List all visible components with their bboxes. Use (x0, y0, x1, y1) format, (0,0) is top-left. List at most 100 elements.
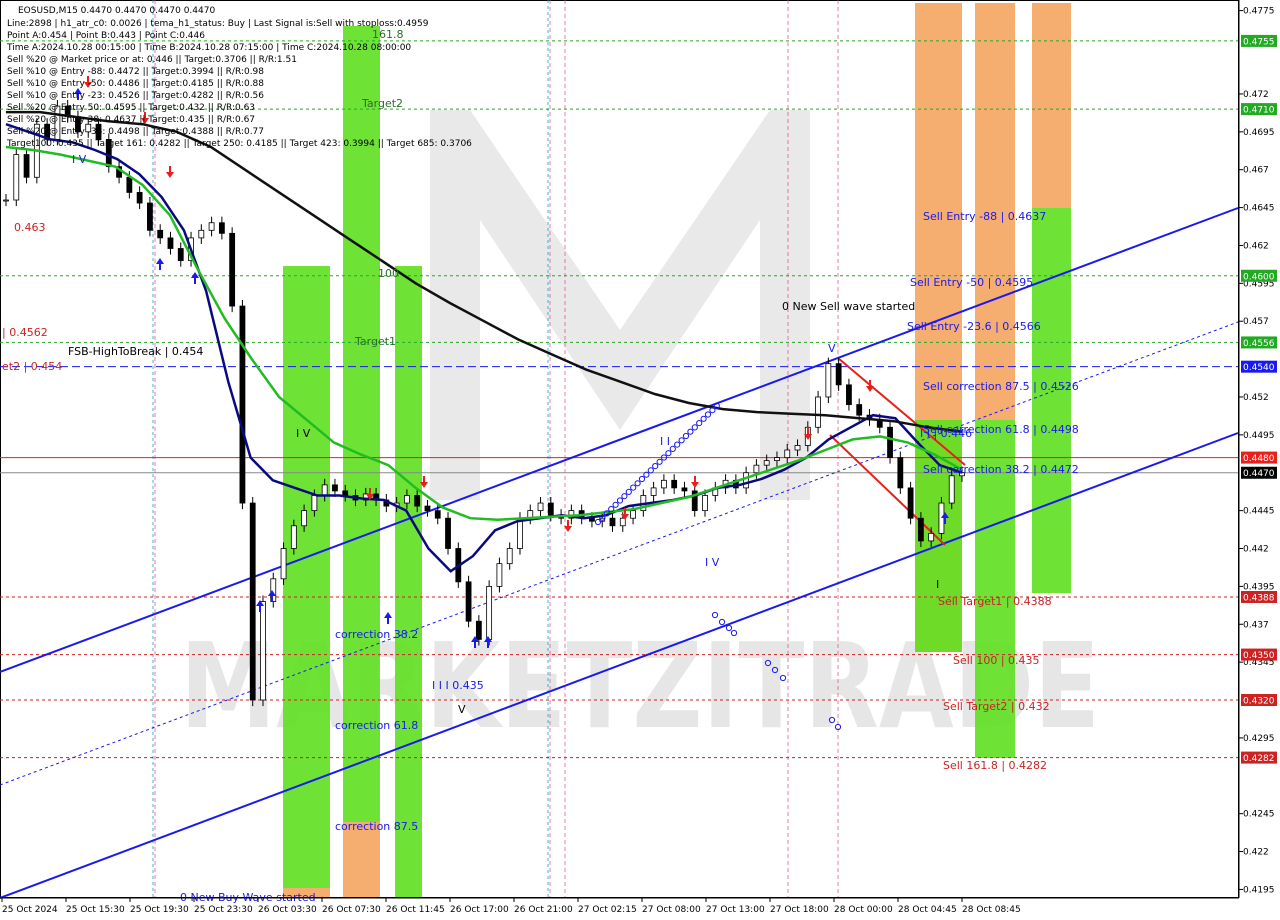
chart-annotation: I V (72, 153, 87, 166)
chart-annotation: Target1 (354, 335, 396, 348)
price-tag-label: 0.4388 (1243, 593, 1275, 603)
price-bar-body (280, 548, 287, 580)
price-bar-body (13, 154, 20, 201)
price-bar-body (650, 487, 657, 496)
y-tick-label: 0.462 (1243, 241, 1269, 251)
x-tick-label: 27 Oct 13:00 (706, 905, 765, 915)
chart-annotation: Sell Entry -23.6 | 0.4566 (907, 320, 1041, 333)
price-bar-body (763, 460, 770, 466)
chart-annotation: Sell correction 38.2 | 0.4472 (923, 463, 1079, 476)
chart-annotation: I I (660, 435, 670, 448)
price-bar-body (948, 475, 955, 504)
chart-annotation: I V (296, 427, 311, 440)
x-tick-label: 27 Oct 02:15 (578, 905, 637, 915)
price-tag-label: 0.4540 (1243, 363, 1275, 373)
price-tag-label: 0.4480 (1243, 454, 1275, 464)
price-bar-body (229, 232, 236, 307)
price-bar-body (938, 502, 945, 534)
price-tag-label: 0.4755 (1243, 37, 1275, 47)
price-bar-body (630, 510, 636, 519)
price-bar-body (496, 563, 503, 587)
x-tick-label: 25 Oct 2024 (2, 905, 58, 915)
chart-annotation: et2 | 0.454 (2, 360, 62, 373)
price-bar-body (424, 505, 431, 512)
y-tick-label: 0.4295 (1243, 734, 1275, 744)
price-bar-body (928, 532, 935, 542)
price-bar-body (907, 487, 914, 519)
info-line: Target100: 0.435 || Target 161: 0.4282 |… (6, 139, 472, 149)
chart-annotation: 100 (378, 267, 399, 280)
y-tick-label: 0.4645 (1243, 204, 1275, 214)
price-bar-body (753, 464, 760, 474)
x-tick-label: 26 Oct 21:00 (514, 905, 573, 915)
chart-annotation: I I I 0.435 (432, 679, 484, 692)
price-tag-label: 0.4282 (1243, 754, 1275, 764)
zone-bar (343, 822, 380, 897)
y-tick-label: 0.4395 (1243, 582, 1275, 592)
price-bar-body (609, 517, 616, 527)
price-bar-body (136, 192, 143, 204)
chart-annotation: 161.8 (372, 28, 404, 41)
price-tag-label: 0.4600 (1243, 272, 1275, 282)
price-bar-body (167, 237, 174, 249)
price-bar-body (486, 585, 493, 640)
price-bar-body (835, 363, 842, 386)
info-line: Sell %10 @ Entry -50: 0.4486 || Target:0… (7, 79, 264, 89)
price-bar-body (475, 620, 482, 640)
price-bar-body (218, 222, 225, 234)
price-bar-body (856, 404, 863, 416)
price-tag-label: 0.4320 (1243, 697, 1275, 707)
price-bar-body (208, 222, 215, 231)
x-tick-label: 28 Oct 04:45 (898, 905, 957, 915)
info-line: Point A:0.454 | Point B:0.443 | Point C:… (7, 31, 205, 41)
zone-bar (283, 266, 330, 888)
price-bar-body (537, 502, 544, 512)
price-tag-label: 0.4470 (1243, 469, 1275, 479)
y-tick-label: 0.472 (1243, 90, 1269, 100)
chart-annotation: 0.463 (14, 221, 46, 234)
price-bar-body (815, 396, 821, 428)
price-tag-label: 0.4556 (1243, 339, 1275, 349)
chart-annotation: V (458, 703, 466, 716)
price-tag-label: 0.4350 (1243, 651, 1275, 661)
chart-annotation: Sell correction 87.5 | 0.4526 (923, 380, 1079, 393)
y-tick-label: 0.457 (1243, 317, 1269, 327)
y-tick-label: 0.467 (1243, 166, 1269, 176)
chart-annotation: correction 87.5 (335, 820, 418, 833)
x-tick-label: 26 Oct 11:45 (386, 905, 445, 915)
price-bar-body (681, 487, 688, 492)
price-bar-body (784, 449, 791, 458)
price-bar-body (249, 502, 256, 701)
chart-annotation: Sell Entry -88 | 0.4637 (923, 210, 1046, 223)
info-line: Sell %10 @ Entry -23: 0.4526 || Target:0… (7, 91, 264, 101)
price-bar-body (794, 445, 801, 451)
price-bar-body (290, 525, 297, 549)
price-bar-body (301, 510, 308, 527)
price-bar-body (239, 305, 246, 504)
chart-annotation: Sell Entry -50 | 0.4595 (910, 276, 1033, 289)
price-bar-body (126, 176, 133, 193)
y-tick-label: 0.437 (1243, 620, 1269, 630)
price-bar-body (332, 484, 338, 492)
info-line: Sell %20 @ Entry -38: 0.4498 || Target:0… (7, 127, 264, 137)
price-bar-body (177, 248, 184, 262)
y-tick-label: 0.4695 (1243, 128, 1275, 138)
x-tick-label: 26 Oct 03:30 (258, 905, 317, 915)
chart-annotation: Target2 (361, 97, 403, 110)
info-line: Sell %20 @ Entry 50: 0.4595 || Target:0.… (7, 103, 255, 113)
price-tag-label: 0.4710 (1243, 106, 1275, 116)
price-bar-body (414, 495, 421, 507)
x-tick-label: 28 Oct 08:45 (962, 905, 1021, 915)
zone-bar (395, 266, 422, 897)
zone-bar (1032, 208, 1071, 593)
y-tick-label: 0.422 (1243, 848, 1269, 858)
x-tick-label: 26 Oct 17:00 (450, 905, 509, 915)
price-bar-body (321, 484, 328, 496)
price-bar-body (445, 517, 451, 549)
price-bar-body (517, 517, 523, 549)
y-tick-label: 0.4495 (1243, 431, 1275, 441)
x-tick-label: 25 Oct 23:30 (194, 905, 253, 915)
price-bar-body (506, 548, 513, 565)
y-tick-label: 0.442 (1243, 545, 1269, 555)
price-bar-body (157, 229, 164, 239)
